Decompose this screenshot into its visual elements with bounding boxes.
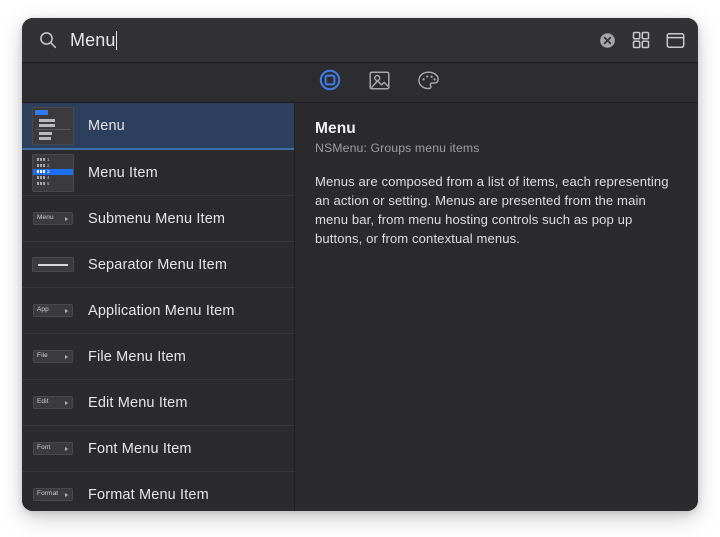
submenu-arrow-icon (65, 492, 68, 497)
object-library-list[interactable]: Menu 1 2 3 4 5 Menu Item Menu Submenu Me… (22, 103, 295, 511)
object-library-icon (318, 68, 342, 97)
grid-view-icon[interactable] (630, 29, 652, 51)
list-item[interactable]: 1 2 3 4 5 Menu Item (22, 150, 294, 196)
detail-pane: Menu NSMenu: Groups menu items Menus are… (295, 103, 698, 511)
submenu-arrow-icon (65, 216, 68, 221)
menu-item-thumbnail-icon: 1 2 3 4 5 (30, 153, 76, 193)
submenu-arrow-icon (65, 400, 68, 405)
detail-subtitle: NSMenu: Groups menu items (315, 141, 480, 155)
search-bar-actions (596, 29, 686, 51)
search-input-value: Menu (70, 29, 116, 50)
list-item[interactable]: Menu (22, 103, 294, 150)
list-item-label: Application Menu Item (88, 302, 235, 319)
screen: Menu Menu 1 2 3 4 5 Menu Item Menu Subme… (0, 0, 720, 537)
detail-description: Menus are composed from a list of items,… (315, 174, 669, 246)
pill-label: Font (37, 444, 51, 452)
list-item[interactable]: File File Menu Item (22, 334, 294, 380)
inspector-panel-icon[interactable] (664, 29, 686, 51)
submenu-pill-icon: File (30, 337, 76, 377)
pill-label: App (37, 306, 49, 314)
list-item-label: Font Menu Item (88, 440, 192, 457)
tab-media[interactable] (364, 70, 394, 96)
search-icon (38, 30, 58, 50)
list-item-label: Format Menu Item (88, 486, 209, 503)
clear-circle-icon[interactable] (596, 29, 618, 51)
media-library-icon (368, 70, 391, 96)
menu-thumbnail-icon (30, 106, 76, 146)
separator-line-icon (30, 245, 76, 285)
color-palette-icon (417, 70, 440, 96)
pill-label: Edit (37, 398, 49, 406)
text-caret (116, 30, 118, 50)
list-item-label: Separator Menu Item (88, 256, 228, 273)
list-item-label: File Menu Item (88, 348, 186, 365)
list-item-label: Menu (88, 117, 125, 134)
list-item[interactable]: Format Format Menu Item (22, 472, 294, 511)
search-input[interactable]: Menu (70, 18, 596, 62)
tab-colors[interactable] (413, 70, 443, 96)
list-item[interactable]: App Application Menu Item (22, 288, 294, 334)
detail-title: Menu (315, 120, 356, 137)
list-item-label: Edit Menu Item (88, 394, 188, 411)
pill-label: File (37, 352, 48, 360)
submenu-pill-icon: Font (30, 429, 76, 469)
list-item[interactable]: Font Font Menu Item (22, 426, 294, 472)
submenu-pill-icon: Format (30, 475, 76, 512)
submenu-pill-icon: Menu (30, 199, 76, 239)
list-item[interactable]: Separator Menu Item (22, 242, 294, 288)
list-item[interactable]: Edit Edit Menu Item (22, 380, 294, 426)
pill-label: Menu (37, 214, 54, 222)
palette-body: Menu 1 2 3 4 5 Menu Item Menu Submenu Me… (22, 103, 698, 511)
submenu-pill-icon: App (30, 291, 76, 331)
submenu-arrow-icon (65, 308, 68, 313)
library-palette-window: Menu Menu 1 2 3 4 5 Menu Item Menu Subme… (22, 18, 698, 511)
submenu-arrow-icon (65, 446, 68, 451)
submenu-arrow-icon (65, 354, 68, 359)
list-item[interactable]: Menu Submenu Menu Item (22, 196, 294, 242)
list-item-label: Menu Item (88, 164, 158, 181)
search-bar: Menu (22, 18, 698, 63)
tab-objects[interactable] (315, 68, 345, 97)
library-tab-strip (22, 63, 698, 103)
list-item-label: Submenu Menu Item (88, 210, 226, 227)
submenu-pill-icon: Edit (30, 383, 76, 423)
pill-label: Format (37, 490, 59, 498)
